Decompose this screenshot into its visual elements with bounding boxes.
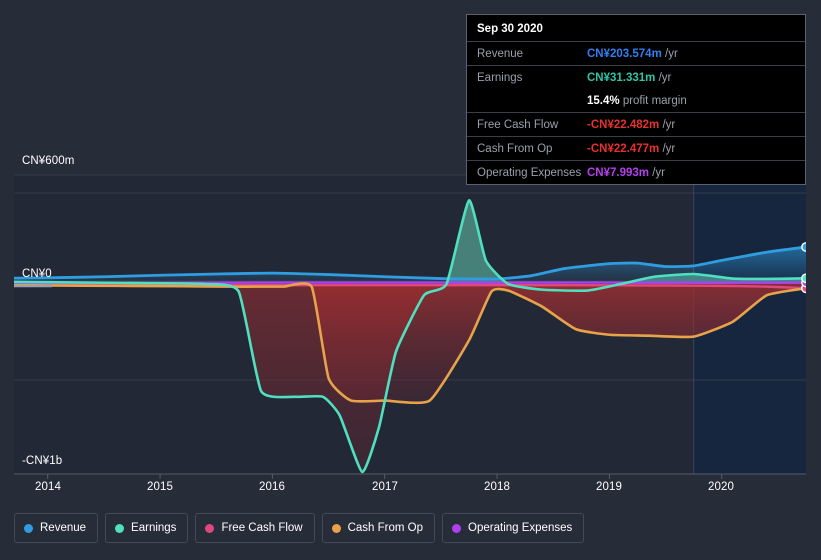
- tooltip-value-cash-from-op: -CN¥22.477m /yr: [587, 143, 675, 155]
- y-axis-label-1: CN¥0: [22, 268, 52, 280]
- tooltip-value-free-cash-flow: -CN¥22.482m /yr: [587, 119, 675, 131]
- tooltip-amount-operating-expenses: CN¥7.993m: [587, 166, 650, 179]
- legend-dot-cash-from-op: [331, 523, 341, 533]
- legend-dot-earnings: [115, 523, 125, 533]
- legend-item-revenue[interactable]: Revenue: [14, 513, 99, 543]
- tooltip-label-free-cash-flow: Free Cash Flow: [477, 118, 559, 131]
- legend-item-operating-expenses[interactable]: Operating Expenses: [442, 513, 585, 543]
- legend-label-free-cash-flow: Free Cash Flow: [221, 522, 303, 534]
- y-axis-label-0: CN¥600m: [22, 155, 75, 167]
- tooltip-unit-earnings: /yr: [658, 71, 672, 84]
- legend-item-cash-from-op[interactable]: Cash From Op: [321, 513, 436, 543]
- financial-chart: CN¥600m CN¥0 -CN¥1b 2014 2015 2016 2017 …: [0, 0, 821, 560]
- tooltip-value-profit-margin: 15.4% profit margin: [587, 95, 687, 107]
- tooltip-amount-revenue: CN¥203.574m: [587, 47, 662, 60]
- legend-label-earnings: Earnings: [131, 522, 177, 534]
- tooltip-row-earnings: Earnings CN¥31.331m /yr: [467, 65, 805, 89]
- tooltip-unit-free-cash-flow: /yr: [662, 118, 676, 131]
- tooltip-row-profit-margin: 15.4% profit margin: [467, 89, 805, 112]
- tooltip-unit-profit-margin: profit margin: [622, 94, 687, 107]
- x-axis-label-2020: 2020: [708, 481, 734, 493]
- x-axis-label-2014: 2014: [35, 481, 61, 493]
- legend-item-earnings[interactable]: Earnings: [105, 513, 189, 543]
- tooltip-row-revenue: Revenue CN¥203.574m /yr: [467, 41, 805, 65]
- y-axis-label-2: -CN¥1b: [22, 455, 63, 467]
- tooltip-amount-profit-margin: 15.4%: [587, 94, 620, 107]
- tooltip-amount-earnings: CN¥31.331m: [587, 71, 656, 84]
- legend-label-revenue: Revenue: [40, 522, 87, 534]
- tooltip-value-revenue: CN¥203.574m /yr: [587, 48, 678, 60]
- tooltip-date: Sep 30 2020: [477, 23, 543, 35]
- legend-label-cash-from-op: Cash From Op: [347, 522, 424, 534]
- chart-legend: Revenue Earnings Free Cash Flow Cash Fro…: [14, 513, 585, 543]
- tooltip-unit-revenue: /yr: [665, 47, 678, 60]
- x-axis-label-2017: 2017: [372, 481, 398, 493]
- legend-item-free-cash-flow[interactable]: Free Cash Flow: [195, 513, 315, 543]
- tooltip-unit-operating-expenses: /yr: [652, 166, 665, 179]
- tooltip-label-operating-expenses: Operating Expenses: [477, 166, 582, 179]
- legend-dot-revenue: [24, 523, 33, 533]
- tooltip-amount-free-cash-flow: -CN¥22.482m: [587, 118, 660, 131]
- x-axis-label-2016: 2016: [259, 481, 285, 493]
- tooltip-label-cash-from-op: Cash From Op: [477, 142, 553, 155]
- data-tooltip: Sep 30 2020 Revenue CN¥203.574m /yr Earn…: [466, 14, 806, 185]
- x-axis-label-2015: 2015: [147, 481, 173, 493]
- tooltip-unit-cash-from-op: /yr: [662, 142, 676, 155]
- legend-dot-operating-expenses: [452, 523, 462, 533]
- tooltip-label-earnings: Earnings: [477, 71, 523, 84]
- legend-dot-free-cash-flow: [205, 523, 215, 533]
- tooltip-row-cash-from-op: Cash From Op -CN¥22.477m /yr: [467, 136, 805, 160]
- tooltip-value-operating-expenses: CN¥7.993m /yr: [587, 167, 665, 179]
- tooltip-row-operating-expenses: Operating Expenses CN¥7.993m /yr: [467, 160, 805, 184]
- tooltip-amount-cash-from-op: -CN¥22.477m: [587, 142, 660, 155]
- x-axis-label-2018: 2018: [484, 481, 510, 493]
- tooltip-row-free-cash-flow: Free Cash Flow -CN¥22.482m /yr: [467, 112, 805, 136]
- legend-label-operating-expenses: Operating Expenses: [468, 522, 573, 534]
- tooltip-value-earnings: CN¥31.331m /yr: [587, 72, 671, 84]
- x-axis-label-2019: 2019: [596, 481, 622, 493]
- tooltip-label-revenue: Revenue: [477, 47, 524, 60]
